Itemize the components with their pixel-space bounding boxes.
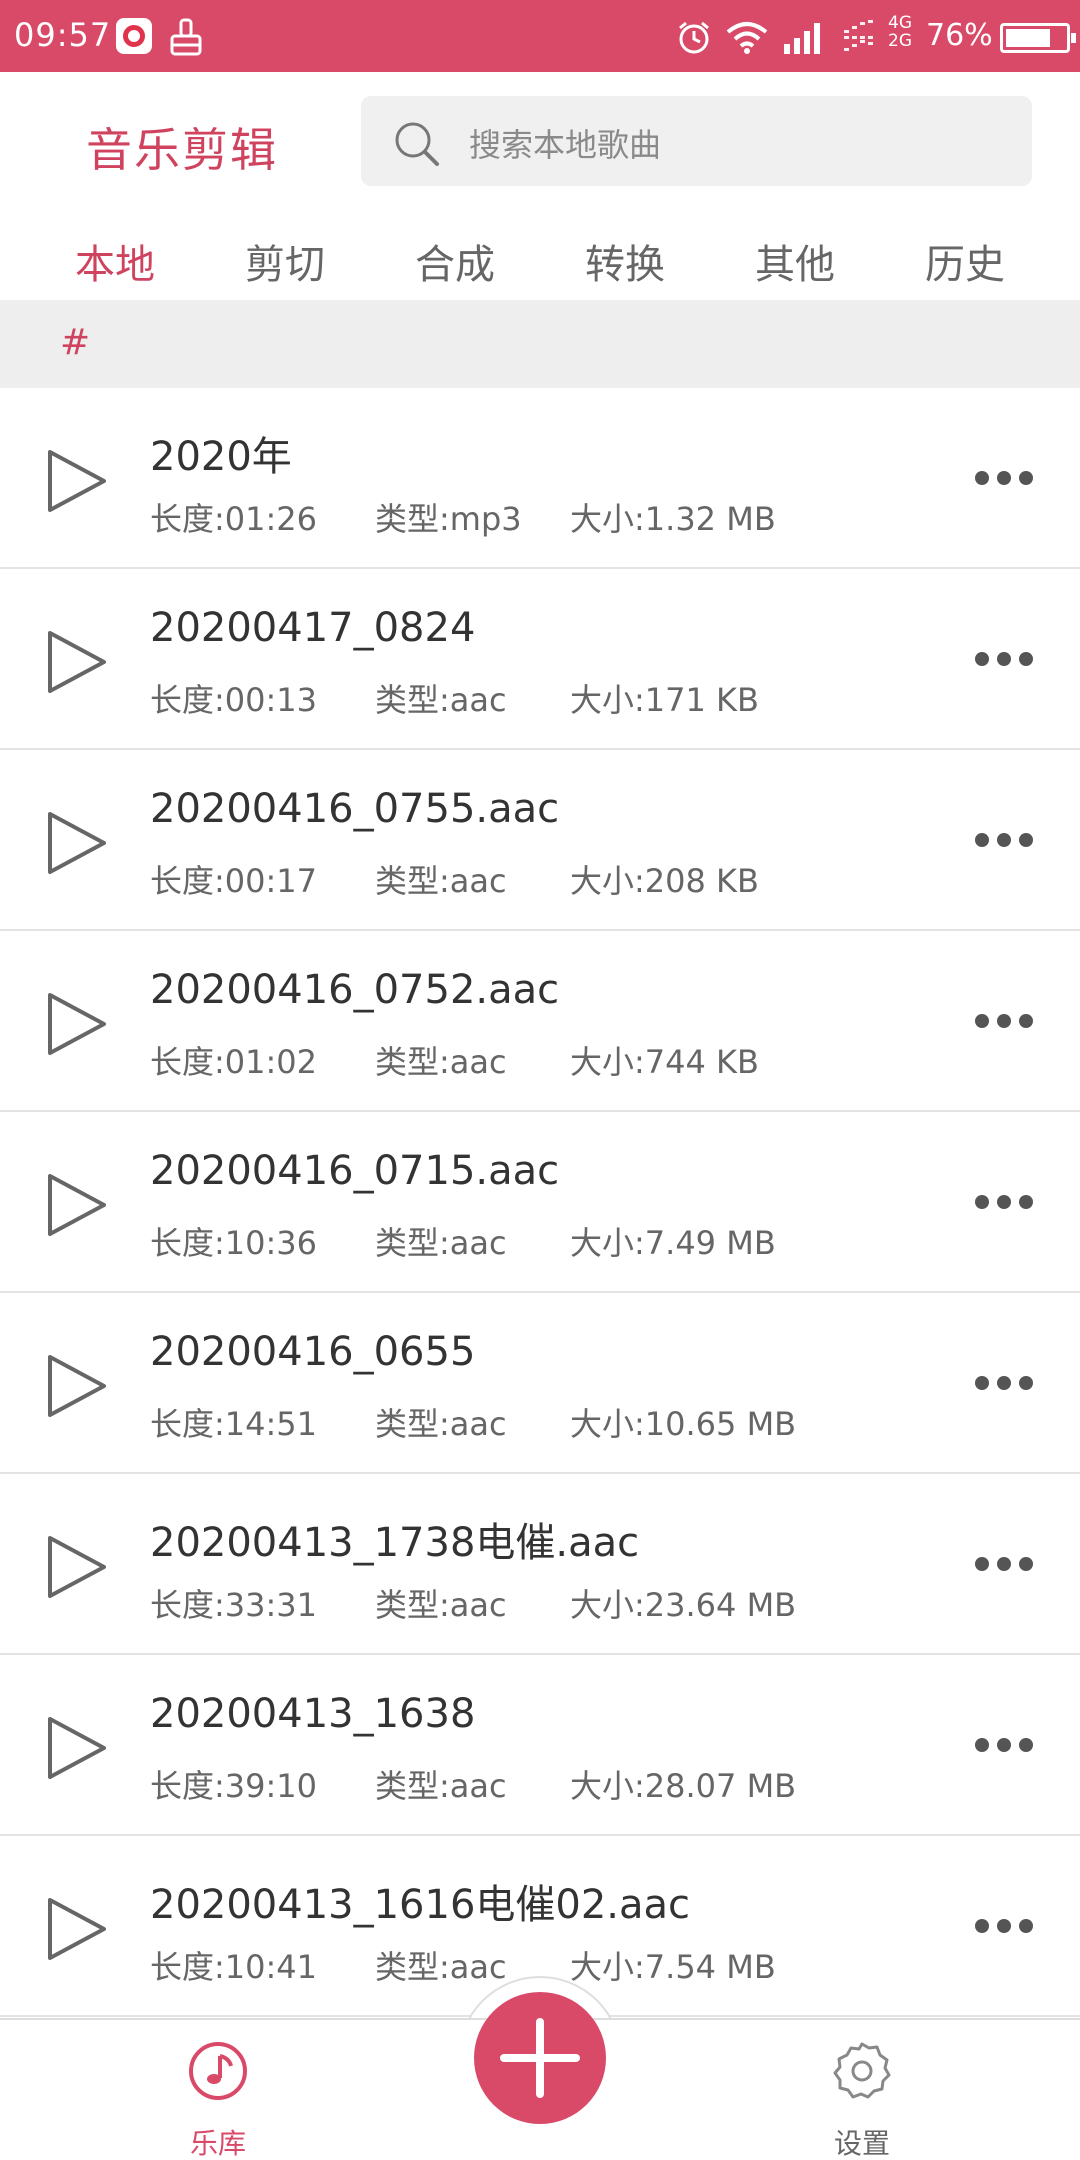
tab-cut[interactable]: 剪切: [225, 232, 345, 290]
song-type: 类型:aac: [375, 1224, 507, 1262]
status-bar: 09:57 4G 2G 76%: [0, 0, 1080, 72]
song-title: 20200417_0824: [150, 605, 476, 651]
song-size: 大小:10.65 MB: [570, 1405, 797, 1443]
tab-convert[interactable]: 转换: [565, 232, 685, 290]
nav-settings[interactable]: 设置: [792, 2040, 932, 2160]
song-type: 类型:aac: [375, 1948, 507, 1986]
signal-icon: [784, 23, 820, 54]
broom-icon: [170, 18, 202, 56]
song-type: 类型:aac: [375, 1043, 507, 1081]
song-length: 长度:39:10: [150, 1767, 318, 1805]
play-icon[interactable]: [44, 1351, 110, 1421]
song-size: 大小:7.49 MB: [570, 1224, 776, 1262]
song-size: 大小:171 KB: [570, 681, 759, 719]
add-button[interactable]: [474, 1992, 606, 2124]
song-type: 类型:mp3: [375, 500, 522, 538]
network-type: 4G 2G: [888, 13, 912, 51]
song-type: 类型:aac: [375, 1586, 507, 1624]
tab-merge[interactable]: 合成: [395, 232, 515, 290]
song-length: 长度:00:13: [150, 681, 318, 719]
play-icon[interactable]: [44, 808, 110, 878]
page-title: 音乐剪辑: [86, 123, 278, 177]
wifi-icon: [726, 22, 768, 54]
tab-history[interactable]: 历史: [905, 232, 1025, 290]
song-type: 类型:aac: [375, 862, 507, 900]
nav-library-label: 乐库: [189, 2127, 246, 2160]
song-length: 长度:10:36: [150, 1224, 318, 1262]
nav-library[interactable]: 乐库: [148, 2040, 288, 2160]
song-type: 类型:aac: [375, 681, 507, 719]
song-size: 大小:7.54 MB: [570, 1948, 776, 1986]
music-note-icon: [189, 2042, 247, 2100]
nav-settings-label: 设置: [833, 2127, 890, 2160]
song-title: 2020年: [150, 434, 292, 480]
section-index-label: #: [60, 322, 91, 363]
list-item[interactable]: 20200417_0824 长度:00:13 类型:aac 大小:171 KB: [0, 569, 1080, 750]
play-icon[interactable]: [44, 1894, 110, 1964]
song-length: 长度:10:41: [150, 1948, 318, 1986]
netease-music-icon: [116, 18, 152, 54]
more-icon[interactable]: [972, 1011, 1036, 1031]
song-title: 20200416_0715.aac: [150, 1148, 560, 1194]
song-title: 20200413_1638: [150, 1691, 476, 1737]
song-size: 大小:744 KB: [570, 1043, 759, 1081]
song-title: 20200416_0752.aac: [150, 967, 560, 1013]
play-icon[interactable]: [44, 627, 110, 697]
song-size: 大小:208 KB: [570, 862, 759, 900]
play-icon[interactable]: [44, 1170, 110, 1240]
more-icon[interactable]: [972, 1373, 1036, 1393]
battery-percent: 76%: [926, 18, 993, 53]
song-title: 20200416_0655: [150, 1329, 476, 1375]
tab-other[interactable]: 其他: [735, 232, 855, 290]
song-type: 类型:aac: [375, 1405, 507, 1443]
song-length: 长度:01:02: [150, 1043, 318, 1081]
more-icon[interactable]: [972, 1192, 1036, 1212]
song-size: 大小:28.07 MB: [570, 1767, 797, 1805]
more-icon[interactable]: [972, 649, 1036, 669]
play-icon[interactable]: [44, 446, 110, 516]
song-title: 20200413_1616电催02.aac: [150, 1882, 691, 1928]
song-length: 长度:00:17: [150, 862, 318, 900]
status-time: 09:57: [14, 16, 112, 54]
alarm-icon: [679, 21, 709, 54]
more-icon[interactable]: [972, 1554, 1036, 1574]
section-header: #: [0, 300, 1080, 388]
search-input[interactable]: 搜索本地歌曲: [361, 96, 1032, 186]
list-item[interactable]: 2020年 长度:01:26 类型:mp3 大小:1.32 MB: [0, 388, 1080, 569]
list-item[interactable]: 20200416_0752.aac 长度:01:02 类型:aac 大小:744…: [0, 931, 1080, 1112]
list-item[interactable]: 20200416_0655 长度:14:51 类型:aac 大小:10.65 M…: [0, 1293, 1080, 1474]
search-placeholder: 搜索本地歌曲: [469, 126, 662, 164]
song-length: 长度:01:26: [150, 500, 318, 538]
play-icon[interactable]: [44, 1532, 110, 1602]
song-length: 长度:33:31: [150, 1586, 318, 1624]
more-icon[interactable]: [972, 1735, 1036, 1755]
song-length: 长度:14:51: [150, 1405, 318, 1443]
song-title: 20200416_0755.aac: [150, 786, 560, 832]
play-icon[interactable]: [44, 1713, 110, 1783]
list-item[interactable]: 20200416_0715.aac 长度:10:36 类型:aac 大小:7.4…: [0, 1112, 1080, 1293]
song-size: 大小:23.64 MB: [570, 1586, 797, 1624]
play-icon[interactable]: [44, 989, 110, 1059]
song-type: 类型:aac: [375, 1767, 507, 1805]
list-item[interactable]: 20200413_1638 长度:39:10 类型:aac 大小:28.07 M…: [0, 1655, 1080, 1836]
list-item[interactable]: 20200416_0755.aac 长度:00:17 类型:aac 大小:208…: [0, 750, 1080, 931]
more-icon[interactable]: [972, 468, 1036, 488]
list-item[interactable]: 20200413_1738电催.aac 长度:33:31 类型:aac 大小:2…: [0, 1474, 1080, 1655]
tab-bar: 本地 剪切 合成 转换 其他 历史: [0, 222, 1080, 298]
signal-icon-2: [844, 20, 873, 51]
plus-icon: [500, 2018, 580, 2098]
song-size: 大小:1.32 MB: [570, 500, 776, 538]
more-icon[interactable]: [972, 1916, 1036, 1936]
more-icon[interactable]: [972, 830, 1036, 850]
battery-icon: [1000, 23, 1076, 53]
song-title: 20200413_1738电催.aac: [150, 1520, 640, 1566]
search-icon: [395, 122, 439, 166]
tab-local[interactable]: 本地: [55, 232, 175, 290]
gear-icon: [833, 2042, 891, 2099]
